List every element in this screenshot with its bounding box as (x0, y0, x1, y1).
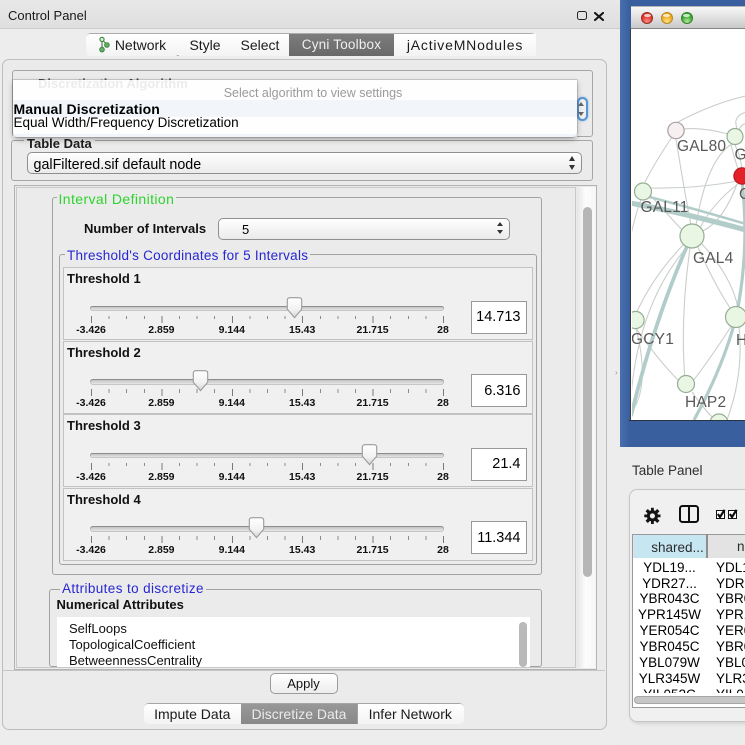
svg-text:GAL: GAL (735, 147, 745, 164)
svg-text:C: C (739, 186, 745, 203)
svg-text:GAL80: GAL80 (677, 138, 726, 155)
svg-text:GAL11: GAL11 (641, 199, 689, 216)
svg-text:GCY1: GCY1 (632, 331, 674, 348)
svg-text:HIS: HIS (736, 332, 745, 349)
svg-text:HAP2: HAP2 (685, 394, 726, 411)
svg-text:GAL4: GAL4 (693, 250, 734, 267)
